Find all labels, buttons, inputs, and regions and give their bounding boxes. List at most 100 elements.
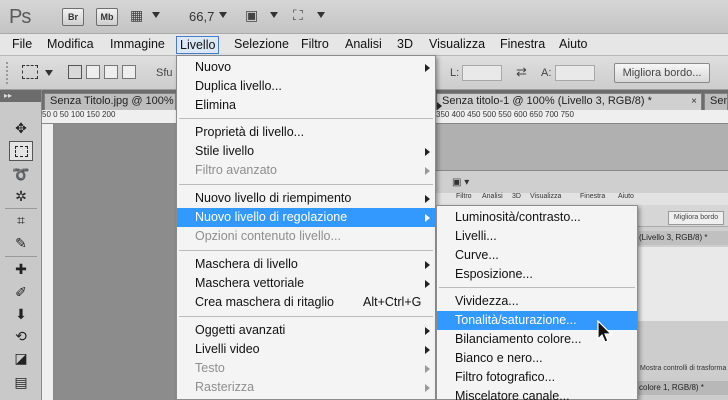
menu-bar: File Modifica Immagine Livello Selezione… <box>0 34 728 56</box>
menu-separator <box>179 118 433 119</box>
application-bar: Ps Br Mb ▦ 66,7 ▣ ⛶ <box>0 0 728 34</box>
swap-icon[interactable]: ⇄ <box>516 64 527 80</box>
menu-item-esposizione[interactable]: Esposizione... <box>437 265 637 284</box>
chevron-down-icon[interactable] <box>219 12 227 18</box>
new-selection-icon[interactable] <box>68 65 82 79</box>
crop-icon[interactable]: ⌗ <box>9 210 33 230</box>
menu-item-label: Maschera vettoriale <box>195 276 305 290</box>
brush-icon[interactable]: ✐ <box>9 282 33 302</box>
screen-mode-icon[interactable]: ⛶ <box>293 7 303 24</box>
menu-finestra[interactable]: Finestra <box>497 36 548 54</box>
nested-hint: Mostra controlli di trasforma <box>640 365 727 372</box>
menu-item-duplica-livello[interactable]: Duplica livello... <box>177 77 435 96</box>
menu-livello[interactable]: Livello <box>176 36 220 54</box>
horizontal-ruler: 350 400 450 500 550 600 650 700 750 <box>436 110 728 124</box>
adjustment-layer-submenu: Luminosità/contrasto... Livelli... Curve… <box>436 205 638 400</box>
document-canvas[interactable] <box>54 124 182 400</box>
menu-visualizza[interactable]: Visualizza <box>426 36 488 54</box>
tab-senza-titolo-jpg[interactable]: Senza Titolo.jpg @ 100% (Li <box>44 93 176 110</box>
screen-mode-icon: ▣ ▾ <box>452 177 470 188</box>
nested-menu-item: Filtro <box>456 193 472 200</box>
menu-item-nuovo[interactable]: Nuovo <box>177 58 435 77</box>
eraser-icon[interactable]: ◪ <box>9 348 33 368</box>
menu-item-vividezza[interactable]: Vividezza... <box>437 292 637 311</box>
submenu-arrow-icon <box>425 64 430 72</box>
chevron-down-icon[interactable] <box>270 12 278 18</box>
menu-item-label: Miscelatore canale... <box>455 389 570 400</box>
healing-icon[interactable]: ✚ <box>9 259 33 279</box>
menu-3d[interactable]: 3D <box>394 36 416 54</box>
height-field[interactable] <box>555 65 595 81</box>
menu-file[interactable]: File <box>9 36 35 54</box>
menu-item-nuovo-regolazione[interactable]: Nuovo livello di regolazione <box>177 208 435 227</box>
toolbox-collapse-icon[interactable]: ▸▸ <box>0 90 41 102</box>
menu-item-bianco-nero[interactable]: Bianco e nero... <box>437 349 637 368</box>
menu-immagine[interactable]: Immagine <box>107 36 168 54</box>
lasso-icon[interactable]: ➰ <box>9 164 33 184</box>
menu-item-stile-livello[interactable]: Stile livello <box>177 142 435 161</box>
menu-item-livelli[interactable]: Livelli... <box>437 227 637 246</box>
chevron-down-icon[interactable] <box>45 70 53 76</box>
menu-item-miscelatore-canale[interactable]: Miscelatore canale... <box>437 387 637 400</box>
menu-separator <box>179 250 433 251</box>
refine-edge-button[interactable]: Migliora bordo... <box>614 63 710 83</box>
gradient-icon[interactable]: ▤ <box>9 372 33 392</box>
toolbox-divider <box>5 208 37 209</box>
menu-item-oggetti-avanzati[interactable]: Oggetti avanzati <box>177 321 435 340</box>
subtract-from-selection-icon[interactable] <box>104 65 118 79</box>
tab-senza-titolo-1[interactable]: Senza titolo-1 @ 100% (Livello 3, RGB/8)… <box>436 93 702 110</box>
chevron-down-icon[interactable] <box>152 12 160 18</box>
submenu-arrow-icon <box>425 327 430 335</box>
nested-menu-item: Visualizza <box>530 193 562 200</box>
menu-item-maschera-vettoriale[interactable]: Maschera vettoriale <box>177 274 435 293</box>
tab-next-document[interactable]: Sen <box>704 93 728 110</box>
submenu-arrow-icon <box>425 280 430 288</box>
menu-item-proprieta-livello[interactable]: Proprietà di livello... <box>177 123 435 142</box>
arrange-documents-icon[interactable]: ▣ <box>245 7 258 24</box>
nested-menu-item: Aiuto <box>618 193 634 200</box>
menu-separator <box>179 184 433 185</box>
submenu-arrow-icon <box>425 148 430 156</box>
width-field[interactable] <box>462 65 502 81</box>
menu-selezione[interactable]: Selezione <box>231 36 292 54</box>
menu-item-elimina[interactable]: Elimina <box>177 96 442 115</box>
view-extras-icon[interactable]: ▦ <box>130 7 143 24</box>
menu-aiuto[interactable]: Aiuto <box>556 36 591 54</box>
close-icon[interactable]: × <box>691 94 697 109</box>
menu-filtro[interactable]: Filtro <box>298 36 332 54</box>
stamp-icon[interactable]: ⬇ <box>9 304 33 324</box>
menu-item-label: Filtro fotografico... <box>455 370 556 384</box>
bridge-button[interactable]: Br <box>62 8 84 26</box>
marquee-icon[interactable] <box>9 141 33 161</box>
menu-item-testo: Testo <box>177 359 435 378</box>
eyedropper-icon[interactable]: ✎ <box>9 233 33 253</box>
menu-item-label: Proprietà di livello... <box>195 125 305 139</box>
menu-item-label: Vividezza... <box>455 294 519 308</box>
move-icon[interactable]: ✥ <box>9 118 33 138</box>
menu-item-curve[interactable]: Curve... <box>437 246 637 265</box>
menu-item-label: Duplica livello... <box>195 79 282 93</box>
intersect-selection-icon[interactable] <box>122 65 136 79</box>
menu-analisi[interactable]: Analisi <box>342 36 385 54</box>
menu-item-luminosita-contrasto[interactable]: Luminosità/contrasto... <box>437 208 637 227</box>
menu-item-nuovo-riempimento[interactable]: Nuovo livello di riempimento <box>177 189 435 208</box>
menu-item-maschera-livello[interactable]: Maschera di livello <box>177 255 435 274</box>
menu-item-crea-maschera-ritaglio[interactable]: Crea maschera di ritaglio Alt+Ctrl+G <box>177 293 435 312</box>
menu-item-label: Bianco e nero... <box>455 351 543 365</box>
mini-bridge-button[interactable]: Mb <box>96 8 118 26</box>
menu-item-filtro-fotografico[interactable]: Filtro fotografico... <box>437 368 637 387</box>
zoom-level[interactable]: 66,7 <box>189 9 214 24</box>
height-label: A: <box>541 67 552 79</box>
history-brush-icon[interactable]: ⟲ <box>9 326 33 346</box>
menu-item-label: Opzioni contenuto livello... <box>195 229 341 243</box>
menu-item-livelli-video[interactable]: Livelli video <box>177 340 435 359</box>
menu-item-label: Stile livello <box>195 144 255 158</box>
add-to-selection-icon[interactable] <box>86 65 100 79</box>
rect-marquee-preset-icon[interactable] <box>22 65 38 79</box>
options-grip[interactable] <box>6 62 8 84</box>
nested-menu-item: Analisi <box>482 193 503 200</box>
magic-wand-icon[interactable]: ✲ <box>9 186 33 206</box>
menu-item-label: Crea maschera di ritaglio <box>195 295 334 309</box>
menu-modifica[interactable]: Modifica <box>44 36 97 54</box>
chevron-down-icon[interactable] <box>317 12 325 18</box>
